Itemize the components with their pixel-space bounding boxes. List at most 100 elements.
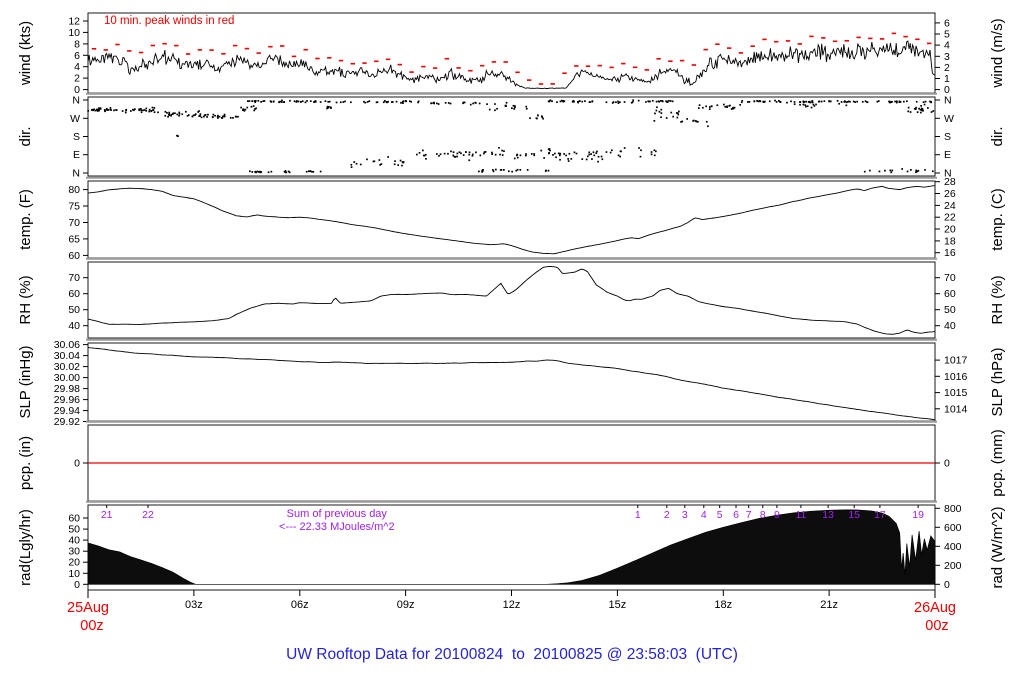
dir-point <box>799 101 801 103</box>
dir-point <box>474 102 476 104</box>
panel-pcp: 00pcp. (in)pcp. (mm) <box>17 422 1006 501</box>
dir-point <box>915 108 917 110</box>
ytick-left-label: 30 <box>68 546 80 558</box>
dir-point <box>910 111 912 113</box>
ytick-right-label: 200 <box>944 560 962 572</box>
dir-point <box>113 110 115 112</box>
dir-point <box>174 112 176 114</box>
dir-point <box>306 171 308 173</box>
dir-point <box>830 101 832 103</box>
dir-point <box>253 110 255 112</box>
dir-point <box>794 101 796 103</box>
dir-point <box>470 104 472 106</box>
dir-point <box>569 153 571 155</box>
peak-wind-mark <box>915 39 919 41</box>
solar-hour-label: 9 <box>774 509 780 521</box>
dir-point <box>482 170 484 172</box>
dir-point <box>270 101 272 103</box>
dir-point <box>699 104 701 106</box>
peak-wind-mark <box>257 52 261 54</box>
dir-point <box>693 120 695 122</box>
peak-wind-mark <box>833 41 837 43</box>
dir-point <box>281 100 283 102</box>
dir-point <box>589 101 591 103</box>
dir-point <box>567 158 569 160</box>
dir-point <box>890 172 892 174</box>
dir-point <box>260 172 262 174</box>
xtick-label: 09z <box>397 599 415 611</box>
peak-wind-mark <box>127 50 131 52</box>
dir-point <box>749 101 751 103</box>
dir-point <box>676 112 678 114</box>
dir-point <box>695 120 697 122</box>
dir-point <box>889 170 891 172</box>
dir-point <box>436 103 438 105</box>
dir-point <box>654 120 656 122</box>
dir-point <box>369 100 371 102</box>
peak-wind-mark <box>292 56 296 58</box>
peak-wind-mark <box>586 65 590 67</box>
dir-point <box>586 159 588 161</box>
dir-point <box>305 102 307 104</box>
dir-point <box>779 101 781 103</box>
dir-point <box>447 153 449 155</box>
dir-point <box>587 156 589 158</box>
dir-point <box>554 153 556 155</box>
dir-point <box>230 117 232 119</box>
solar-hour-label: 3 <box>682 509 688 521</box>
dir-point <box>598 156 600 158</box>
dir-point <box>651 151 653 153</box>
dir-point <box>98 107 100 109</box>
ytick-right-label: 28 <box>944 176 956 188</box>
dir-point <box>821 101 823 103</box>
dir-point <box>416 154 418 156</box>
peak-wind-mark <box>198 49 202 51</box>
dir-point <box>729 105 731 107</box>
dir-point <box>525 155 527 157</box>
peak-wind-mark <box>209 49 213 51</box>
dir-point <box>306 100 308 102</box>
start-hour-label: 00z <box>80 618 103 634</box>
dir-point <box>367 101 369 103</box>
dir-point <box>866 101 868 103</box>
dir-point <box>281 101 283 103</box>
dir-point <box>152 107 154 109</box>
dir-point <box>853 101 855 103</box>
dir-point <box>499 154 501 156</box>
dir-point <box>110 109 112 111</box>
peak-wind-mark <box>727 47 731 49</box>
dir-point <box>573 101 575 103</box>
dir-point <box>340 101 342 103</box>
dir-point <box>918 170 920 172</box>
dir-point <box>527 169 529 171</box>
dir-point <box>489 109 491 111</box>
dir-point <box>891 101 893 103</box>
dir-point <box>564 100 566 102</box>
peak-wind-mark <box>751 45 755 47</box>
solar-hour-label: 1 <box>635 509 641 521</box>
dir-point <box>251 106 253 108</box>
dir-point <box>279 101 281 103</box>
dir-point <box>242 109 244 111</box>
dir-point <box>828 100 830 102</box>
y-axis-label-right-pcp: pcp. (mm) <box>989 429 1006 497</box>
ytick-left-label: 29.94 <box>54 405 80 417</box>
ytick-left-label: 0 <box>74 579 80 591</box>
dir-point <box>92 109 94 111</box>
dir-point <box>444 153 446 155</box>
dir-point <box>351 166 353 168</box>
ytick-left-label: 4 <box>74 61 80 73</box>
dir-point <box>495 169 497 171</box>
uw-rooftop-weather-figure: 0246810120123456wind (kts)wind (m/s)10 m… <box>0 0 1024 700</box>
dir-point <box>169 114 171 116</box>
dir-point <box>923 101 925 103</box>
dir-point <box>396 101 398 103</box>
panel-border-slp <box>88 343 935 421</box>
dir-point <box>555 156 557 158</box>
dir-point <box>844 100 846 102</box>
dir-point <box>824 100 826 102</box>
dir-point <box>805 101 807 103</box>
dir-point <box>841 101 843 103</box>
dir-point <box>640 156 642 158</box>
dir-point <box>460 152 462 154</box>
